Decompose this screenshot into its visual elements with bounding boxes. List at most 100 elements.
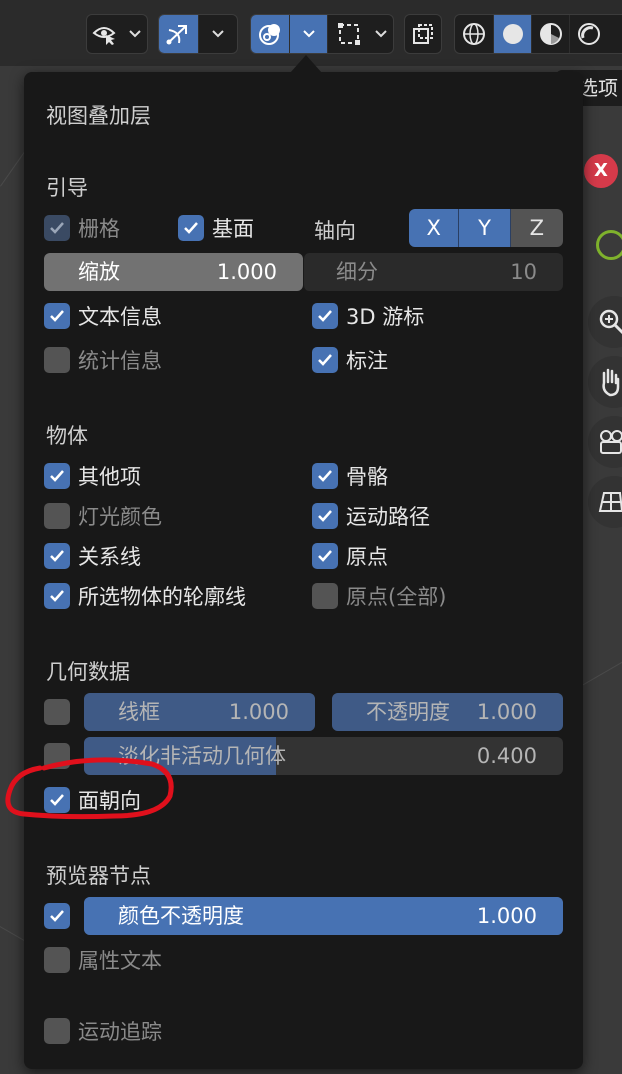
cursor-3d-checkbox[interactable] xyxy=(312,303,338,329)
shading-mode-group[interactable] xyxy=(454,14,622,54)
color-opacity-label: 颜色不透明度 xyxy=(118,904,244,928)
grid-subdivisions-field[interactable]: 细分 10 xyxy=(303,253,563,291)
overlays-toggle[interactable] xyxy=(251,15,289,53)
attribute-text-checkbox[interactable] xyxy=(44,947,70,973)
overlays-dropdown[interactable] xyxy=(250,14,394,54)
checkmark-icon xyxy=(184,222,198,234)
statistics-row[interactable]: 统计信息 xyxy=(44,345,162,375)
bones-label: 骨骼 xyxy=(346,465,388,489)
axis-x-gizmo[interactable]: X xyxy=(584,154,618,188)
chevron-down-icon[interactable] xyxy=(369,15,393,53)
origins-all-checkbox[interactable] xyxy=(312,583,338,609)
outline-selected-row[interactable]: 所选物体的轮廓线 xyxy=(44,581,246,611)
fade-inactive-row[interactable] xyxy=(44,741,70,771)
face-orientation-checkbox[interactable] xyxy=(44,787,70,813)
fade-inactive-checkbox[interactable] xyxy=(44,743,70,769)
checkmark-icon xyxy=(50,590,64,602)
statistics-label: 统计信息 xyxy=(78,349,162,373)
fade-inactive-label: 淡化非活动几何体 xyxy=(118,744,286,768)
cursor-3d-row[interactable]: 3D 游标 xyxy=(312,301,424,331)
floor-checkbox[interactable] xyxy=(178,215,204,241)
motion-tracking-row[interactable]: 运动追踪 xyxy=(44,1016,162,1046)
checkmark-icon xyxy=(318,354,332,366)
relationship-lines-label: 关系线 xyxy=(78,545,141,569)
axis-z-toggle[interactable]: Z xyxy=(509,209,563,247)
fade-inactive-field[interactable]: 淡化非活动几何体 0.400 xyxy=(84,737,563,775)
axis-x-toggle[interactable]: X xyxy=(409,209,459,247)
xray-toggle[interactable] xyxy=(404,14,442,54)
grid-checkbox[interactable] xyxy=(44,215,70,241)
floor-checkbox-row[interactable]: 基面 xyxy=(178,213,254,243)
extras-checkbox[interactable] xyxy=(44,463,70,489)
motion-paths-row[interactable]: 运动路径 xyxy=(312,501,430,531)
annotations-checkbox[interactable] xyxy=(312,347,338,373)
wireframe-opacity-field[interactable]: 不透明度 1.000 xyxy=(332,693,563,731)
axis-y-gizmo[interactable] xyxy=(596,230,622,260)
annotations-row[interactable]: 标注 xyxy=(312,345,388,375)
opacity-value: 1.000 xyxy=(476,700,537,724)
viewer-color-opacity-checkbox[interactable] xyxy=(44,903,70,929)
gizmo-dropdown[interactable] xyxy=(158,14,238,54)
outline-selected-label: 所选物体的轮廓线 xyxy=(78,585,246,609)
bones-checkbox[interactable] xyxy=(312,463,338,489)
chevron-down-icon[interactable] xyxy=(197,15,237,53)
wireframe-checkbox[interactable] xyxy=(44,699,70,725)
axes-toggle-group[interactable]: X Y Z xyxy=(409,209,563,247)
face-orientation-row[interactable]: 面朝向 xyxy=(44,785,141,815)
relationship-lines-checkbox[interactable] xyxy=(44,543,70,569)
light-colors-checkbox[interactable] xyxy=(44,503,70,529)
attribute-text-row[interactable]: 属性文本 xyxy=(44,945,162,975)
color-opacity-field[interactable]: 颜色不透明度 1.000 xyxy=(84,897,563,935)
popover-arrow xyxy=(290,55,322,73)
checkmark-icon xyxy=(318,310,332,322)
chevron-down-icon xyxy=(124,15,147,53)
motion-paths-checkbox[interactable] xyxy=(312,503,338,529)
checkmark-icon xyxy=(50,550,64,562)
wireframe-row[interactable] xyxy=(44,697,70,727)
extras-row[interactable]: 其他项 xyxy=(44,461,141,491)
outline-selected-checkbox[interactable] xyxy=(44,583,70,609)
scale-value: 1.000 xyxy=(216,260,277,284)
solid-shading-icon[interactable] xyxy=(493,15,531,53)
floor-label: 基面 xyxy=(212,217,254,241)
visibility-dropdown[interactable] xyxy=(86,14,148,54)
eye-pointer-icon xyxy=(87,15,124,53)
gizmo-toggle[interactable] xyxy=(159,15,198,53)
wireframe-value: 1.000 xyxy=(228,700,289,724)
rendered-shading-icon[interactable] xyxy=(569,15,607,53)
viewer-color-opacity-row[interactable] xyxy=(44,901,70,931)
motion-tracking-checkbox[interactable] xyxy=(44,1018,70,1044)
statistics-checkbox[interactable] xyxy=(44,347,70,373)
grid-checkbox-row[interactable]: 栅格 xyxy=(44,213,120,243)
grid-label: 栅格 xyxy=(78,217,120,241)
gizmo-icon xyxy=(166,25,188,45)
extras-label: 其他项 xyxy=(78,465,141,489)
light-colors-label: 灯光颜色 xyxy=(78,505,162,529)
bones-row[interactable]: 骨骼 xyxy=(312,461,388,491)
checkmark-icon xyxy=(50,310,64,322)
wireframe-label: 线框 xyxy=(118,700,160,724)
origins-all-label: 原点(全部) xyxy=(346,585,447,609)
axis-y-toggle[interactable]: Y xyxy=(458,209,510,247)
chevron-down-icon[interactable] xyxy=(289,15,327,53)
text-info-checkbox[interactable] xyxy=(44,303,70,329)
mesh-edit-overlay-icon[interactable] xyxy=(327,15,369,53)
cursor-3d-label: 3D 游标 xyxy=(346,305,425,329)
origins-checkbox[interactable] xyxy=(312,543,338,569)
scale-label: 缩放 xyxy=(78,260,120,284)
motion-paths-label: 运动路径 xyxy=(346,505,430,529)
checkmark-icon xyxy=(318,550,332,562)
origins-all-row[interactable]: 原点(全部) xyxy=(312,581,446,611)
text-info-row[interactable]: 文本信息 xyxy=(44,301,162,331)
light-colors-row[interactable]: 灯光颜色 xyxy=(44,501,162,531)
attribute-text-label: 属性文本 xyxy=(78,949,162,973)
material-preview-shading-icon[interactable] xyxy=(531,15,569,53)
origins-row[interactable]: 原点 xyxy=(312,541,388,571)
xray-icon xyxy=(405,15,441,53)
grid-scale-field[interactable]: 缩放 1.000 xyxy=(44,253,303,291)
wireframe-shading-icon[interactable] xyxy=(455,15,493,53)
subdivisions-value: 10 xyxy=(510,260,537,284)
relationship-lines-row[interactable]: 关系线 xyxy=(44,541,141,571)
panel-title: 视图叠加层 xyxy=(46,104,151,128)
wireframe-threshold-field[interactable]: 线框 1.000 xyxy=(84,693,315,731)
